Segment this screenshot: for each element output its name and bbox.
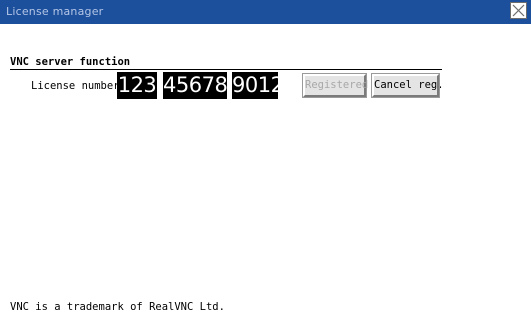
close-button[interactable]	[510, 2, 527, 19]
license-number-field-3[interactable]: 9012	[232, 72, 284, 99]
title-bar: License manager	[0, 0, 531, 24]
window-title: License manager	[6, 5, 104, 18]
section-divider	[10, 69, 442, 70]
license-number-label: License number	[31, 80, 120, 92]
license-manager-window: License manager VNC server function Lice…	[0, 0, 531, 318]
trademark-note: VNC is a trademark of RealVNC Ltd.	[10, 301, 225, 313]
cancel-registration-button[interactable]: Cancel reg.	[371, 73, 444, 98]
license-number-field-1[interactable]: 123	[117, 72, 157, 99]
license-number-field-2[interactable]: 45678	[163, 72, 228, 99]
close-x-icon	[512, 4, 525, 17]
registered-button[interactable]: Registered	[302, 73, 368, 98]
section-title-vnc: VNC server function	[10, 56, 131, 68]
